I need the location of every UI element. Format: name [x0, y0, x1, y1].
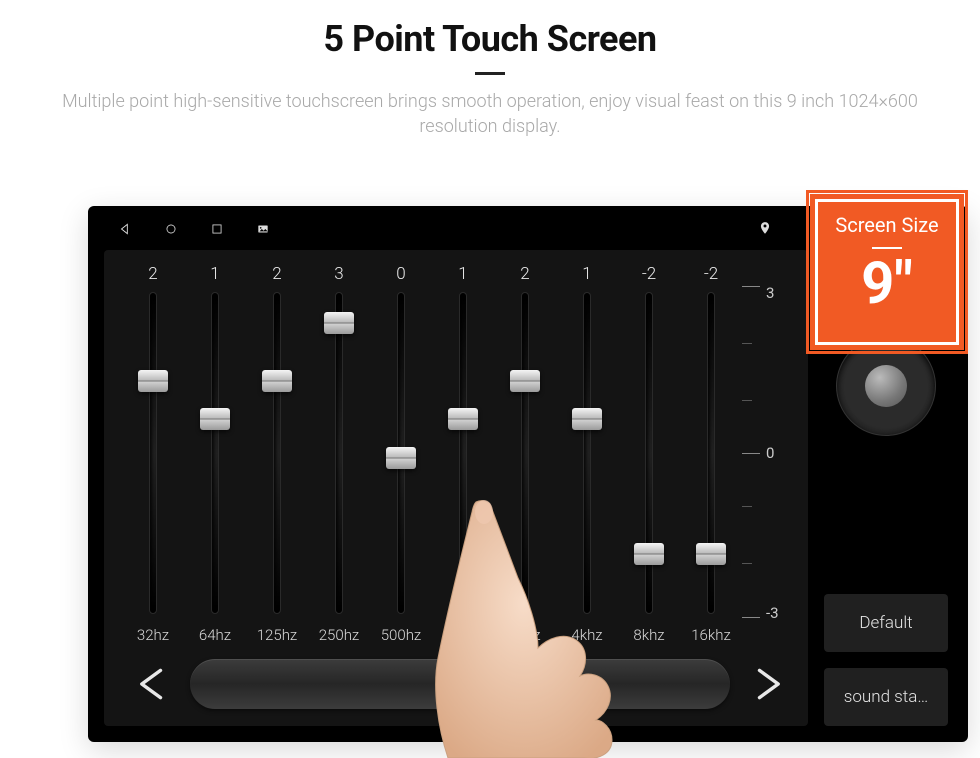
eq-freq: 500hz: [381, 626, 422, 646]
eq-freq: 125hz: [257, 626, 298, 646]
eq-freq: 2khz: [509, 626, 540, 646]
eq-slider[interactable]: [583, 292, 591, 614]
scale-mid: 0: [766, 444, 774, 462]
eq-slider[interactable]: [273, 292, 281, 614]
badge-size: 9": [861, 255, 913, 313]
eq-band: 1 4khz: [556, 264, 618, 646]
eq-scale: 3 0 -3: [742, 264, 786, 646]
eq-value: 1: [582, 264, 591, 286]
screenshot-icon[interactable]: [256, 221, 270, 240]
balance-knob[interactable]: [836, 336, 936, 436]
eq-value: 3: [334, 264, 343, 286]
page-title: 5 Point Touch Screen: [0, 18, 980, 60]
eq-slider[interactable]: [211, 292, 219, 614]
eq-slider[interactable]: [707, 292, 715, 614]
eq-value: 1: [458, 264, 467, 286]
eq-slider[interactable]: [521, 292, 529, 614]
preset-next-button[interactable]: [748, 664, 788, 704]
sound-stage-button[interactable]: sound sta…: [824, 668, 948, 726]
eq-freq: 8khz: [633, 626, 664, 646]
eq-band: 0 500hz: [370, 264, 432, 646]
eq-band: 3 250hz: [308, 264, 370, 646]
screen-size-badge: Screen Size 9": [812, 196, 962, 348]
eq-sliders: 2 32hz 1 64hz 2 125hz 3 250hz: [122, 264, 798, 646]
eq-band: 2 2khz: [494, 264, 556, 646]
scale-max: 3: [766, 284, 774, 302]
preset-name[interactable]: Jazz: [190, 659, 730, 709]
eq-band: 1 64hz: [184, 264, 246, 646]
location-icon: [758, 220, 772, 239]
eq-value: -2: [704, 264, 718, 286]
badge-label: Screen Size: [835, 213, 938, 237]
eq-slider[interactable]: [397, 292, 405, 614]
eq-band: -2 16khz: [680, 264, 742, 646]
equalizer-panel: 2 32hz 1 64hz 2 125hz 3 250hz: [104, 250, 808, 726]
eq-slider[interactable]: [459, 292, 467, 614]
eq-band: 1 1khz: [432, 264, 494, 646]
badge-underline: [872, 247, 902, 249]
scale-min: -3: [766, 604, 779, 622]
recent-apps-icon[interactable]: [210, 221, 224, 240]
back-icon[interactable]: [118, 221, 132, 240]
page-subtitle: Multiple point high-sensitive touchscree…: [0, 89, 980, 139]
default-button[interactable]: Default: [824, 594, 948, 652]
eq-value: 2: [272, 264, 281, 286]
eq-value: 1: [210, 264, 219, 286]
eq-band: 2 32hz: [122, 264, 184, 646]
eq-slider[interactable]: [645, 292, 653, 614]
knob-icon: [865, 365, 907, 407]
eq-freq: 32hz: [137, 626, 169, 646]
eq-slider[interactable]: [335, 292, 343, 614]
eq-band: 2 125hz: [246, 264, 308, 646]
home-icon[interactable]: [164, 221, 178, 240]
eq-value: 2: [148, 264, 157, 286]
eq-value: 2: [520, 264, 529, 286]
eq-value: -2: [642, 264, 656, 286]
eq-freq: 1khz: [447, 626, 478, 646]
eq-freq: 16khz: [691, 626, 731, 646]
eq-freq: 64hz: [199, 626, 231, 646]
eq-slider[interactable]: [149, 292, 157, 614]
eq-band: -2 8khz: [618, 264, 680, 646]
title-underline: [475, 72, 505, 75]
eq-value: 0: [396, 264, 405, 286]
eq-freq: 250hz: [319, 626, 360, 646]
eq-freq: 4khz: [571, 626, 602, 646]
preset-prev-button[interactable]: [132, 664, 172, 704]
preset-row: Jazz: [122, 656, 798, 712]
